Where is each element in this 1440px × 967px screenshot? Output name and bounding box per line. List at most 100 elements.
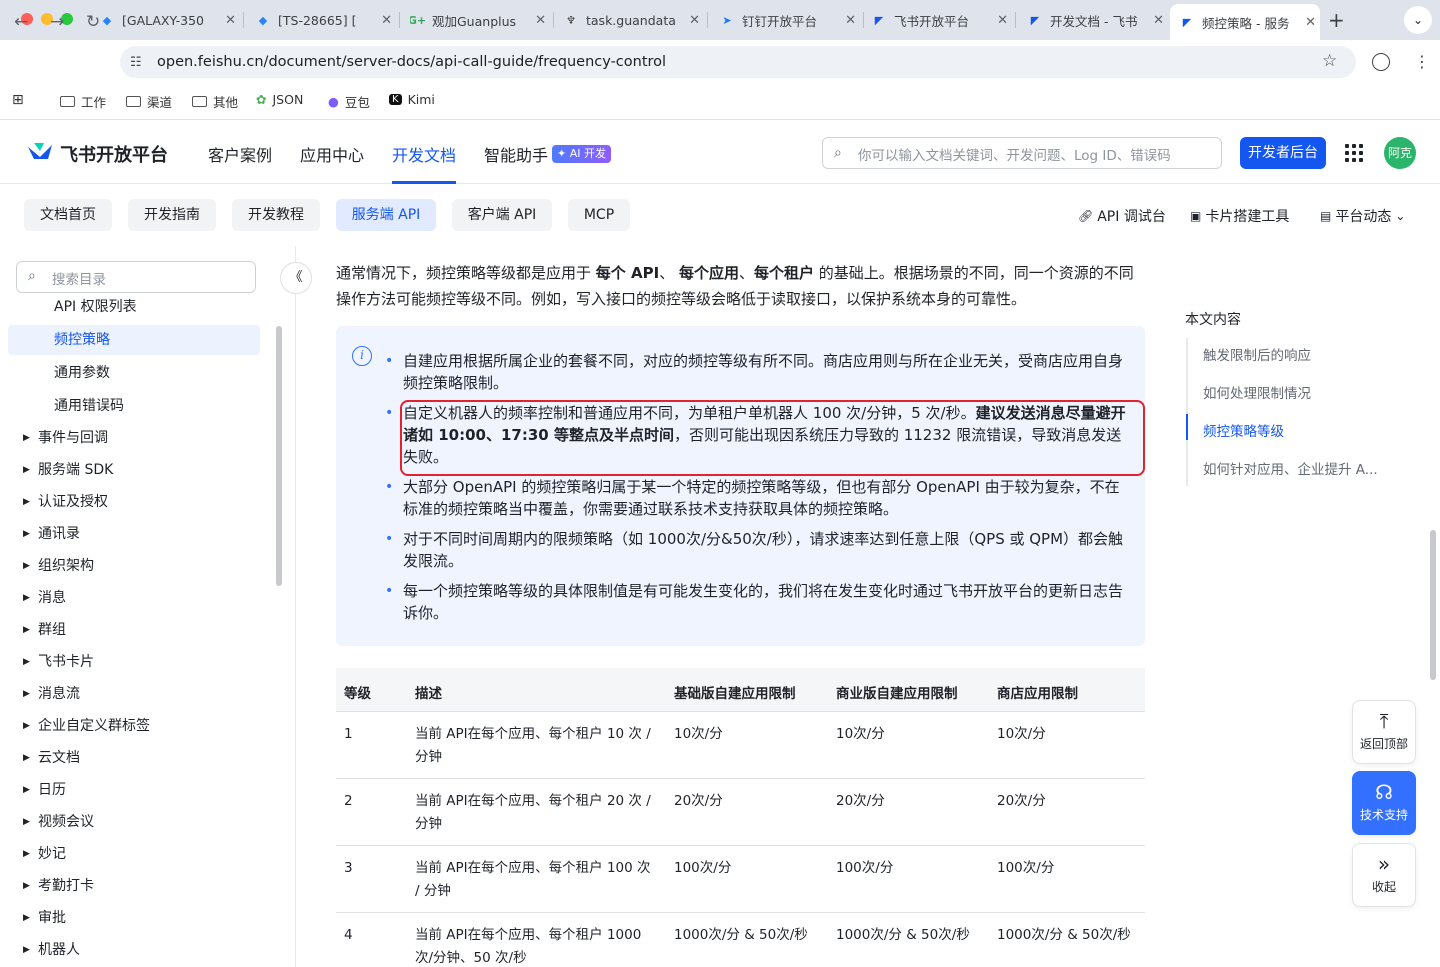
sidebar-item-group-tags[interactable]: 企业自定义群标签 <box>38 712 150 740</box>
sidebar-item-attendance[interactable]: 考勤打卡 <box>38 872 94 900</box>
back-to-top-button[interactable]: ⤒ 返回顶部 <box>1352 700 1416 764</box>
sidebar-item-vc[interactable]: 视频会议 <box>38 808 94 836</box>
sidebar-item-bot[interactable]: 机器人 <box>38 936 80 967</box>
callout-bullet: 大部分 OpenAPI 的频控策略归属于某一个特定的频控策略等级，但也有部分 O… <box>385 476 1129 520</box>
tab-docs-home[interactable]: 文档首页 <box>24 199 112 231</box>
caret-right-icon[interactable]: ▶ <box>23 689 30 699</box>
caret-right-icon[interactable]: ▶ <box>23 529 30 539</box>
close-icon[interactable]: ✕ <box>689 13 700 28</box>
caret-right-icon[interactable]: ▶ <box>23 433 30 443</box>
browser-tab-active[interactable]: ◤ 频控策略 - 服务 ✕ <box>1170 4 1320 40</box>
sidebar-item-message[interactable]: 消息 <box>38 584 66 612</box>
browser-tab[interactable]: ◤ 开发文档 - 飞书 ✕ <box>1028 6 1168 34</box>
api-debug-console-link[interactable]: 🔗︎ API 调试台 <box>1078 206 1166 226</box>
sidebar-item-frequency-control[interactable]: 频控策略 <box>54 326 110 354</box>
bookmark-kimi[interactable]: K Kimi <box>389 92 435 107</box>
sidebar-item-events[interactable]: 事件与回调 <box>38 424 108 452</box>
bookmark-doubao[interactable]: ● 豆包 <box>328 92 370 111</box>
bookmark-json[interactable]: ✿ JSON <box>256 92 303 107</box>
sidebar-item-error-codes[interactable]: 通用错误码 <box>54 392 124 420</box>
caret-right-icon[interactable]: ▶ <box>23 657 30 667</box>
close-icon[interactable]: ✕ <box>997 13 1008 28</box>
reload-icon[interactable]: ↻ <box>86 12 100 32</box>
new-tab-button[interactable]: + <box>1328 8 1345 32</box>
nav-customer-cases[interactable]: 客户案例 <box>208 142 272 166</box>
tab-dev-tutorial[interactable]: 开发教程 <box>232 199 320 231</box>
nav-app-center[interactable]: 应用中心 <box>300 142 364 166</box>
tab-dev-guide[interactable]: 开发指南 <box>128 199 216 231</box>
sidebar-scrollbar[interactable] <box>276 326 282 586</box>
site-logo-text[interactable]: 飞书开放平台 <box>60 141 168 167</box>
tab-mcp[interactable]: MCP <box>568 199 630 231</box>
sidebar-item-approval[interactable]: 审批 <box>38 904 66 932</box>
caret-right-icon[interactable]: ▶ <box>23 753 30 763</box>
bookmark-other[interactable]: 其他 <box>192 92 238 111</box>
avatar[interactable]: 阿克 <box>1384 137 1416 169</box>
tab-client-api[interactable]: 客户端 API <box>452 199 552 231</box>
close-icon[interactable]: ✕ <box>225 13 236 28</box>
toc-item[interactable]: 触发限制后的响应 <box>1203 344 1311 364</box>
caret-right-icon[interactable]: ▶ <box>23 497 30 507</box>
page-scrollbar[interactable] <box>1430 530 1436 680</box>
url-text[interactable]: open.feishu.cn/document/server-docs/api-… <box>157 54 666 70</box>
bookmark-star-icon[interactable]: ☆ <box>1322 51 1337 71</box>
caret-right-icon[interactable]: ▶ <box>23 913 30 923</box>
sidebar-item-group[interactable]: 群组 <box>38 616 66 644</box>
apps-grid-icon[interactable] <box>1345 144 1363 162</box>
sidebar-item-feed[interactable]: 消息流 <box>38 680 80 708</box>
sidebar-item-calendar[interactable]: 日历 <box>38 776 66 804</box>
sidebar-item-contacts[interactable]: 通讯录 <box>38 520 80 548</box>
close-icon[interactable]: ✕ <box>381 13 392 28</box>
caret-right-icon[interactable]: ▶ <box>23 721 30 731</box>
tab-server-api[interactable]: 服务端 API <box>336 199 436 231</box>
browser-tab[interactable]: ♆ task.guandata ✕ <box>564 6 704 34</box>
sidebar-item-minutes[interactable]: 妙记 <box>38 840 66 868</box>
toc-item[interactable]: 如何针对应用、企业提升 A... <box>1203 458 1378 478</box>
sidebar-item-api-permissions[interactable]: API 权限列表 <box>54 293 137 321</box>
sidebar-item-card[interactable]: 飞书卡片 <box>38 648 94 676</box>
browser-tab[interactable]: ◤ 飞书开放平台 ✕ <box>872 6 1012 34</box>
collapse-float-button[interactable]: » 收起 <box>1352 843 1416 907</box>
caret-right-icon[interactable]: ▶ <box>23 849 30 859</box>
caret-right-icon[interactable]: ▶ <box>23 465 30 475</box>
caret-right-icon[interactable]: ▶ <box>23 561 30 571</box>
browser-tab[interactable]: ➤ 钉钉开放平台 ✕ <box>720 6 860 34</box>
sidebar-item-auth[interactable]: 认证及授权 <box>38 488 108 516</box>
nav-dev-docs[interactable]: 开发文档 <box>392 142 456 166</box>
sidebar-item-org[interactable]: 组织架构 <box>38 552 94 580</box>
browser-menu-icon[interactable]: ⋮ <box>1414 52 1430 71</box>
caret-right-icon[interactable]: ▶ <box>23 945 30 955</box>
apps-grid-icon[interactable]: ⊞ <box>12 92 24 108</box>
forward-arrow-icon[interactable]: → <box>50 12 64 32</box>
caret-right-icon[interactable]: ▶ <box>23 785 30 795</box>
sidebar-item-sdk[interactable]: 服务端 SDK <box>38 456 113 484</box>
toc-item[interactable]: 如何处理限制情况 <box>1203 382 1311 402</box>
developer-console-button[interactable]: 开发者后台 <box>1240 137 1326 169</box>
profile-icon[interactable] <box>1372 53 1390 71</box>
feishu-logo-icon[interactable] <box>26 141 54 163</box>
nav-assistant[interactable]: 智能助手 <box>484 142 548 166</box>
browser-tab[interactable]: ◆ [TS-28665] [ ✕ <box>256 6 396 34</box>
browser-tab[interactable]: ◆ [GALAXY-350 ✕ <box>100 6 240 34</box>
close-icon[interactable]: ✕ <box>535 13 546 28</box>
browser-tab[interactable]: G+ 观加Guanplus ✕ <box>410 6 550 34</box>
caret-right-icon[interactable]: ▶ <box>23 593 30 603</box>
sidebar-item-common-params[interactable]: 通用参数 <box>54 359 110 387</box>
caret-right-icon[interactable]: ▶ <box>23 881 30 891</box>
close-icon[interactable]: ✕ <box>1305 15 1316 30</box>
caret-right-icon[interactable]: ▶ <box>23 625 30 635</box>
bookmark-work[interactable]: 工作 <box>60 92 106 111</box>
sidebar-item-docs[interactable]: 云文档 <box>38 744 80 772</box>
platform-news-dropdown[interactable]: ▤ 平台动态 ⌄ <box>1320 206 1405 226</box>
bookmark-channel[interactable]: 渠道 <box>126 92 172 111</box>
tab-search-chevron-icon[interactable]: ⌄ <box>1404 6 1432 34</box>
toc-item-active[interactable]: 频控策略等级 <box>1203 420 1284 440</box>
card-builder-link[interactable]: ▣ 卡片搭建工具 <box>1190 206 1289 226</box>
collapse-sidebar-button[interactable]: 《 <box>280 262 312 294</box>
caret-right-icon[interactable]: ▶ <box>23 817 30 827</box>
site-settings-icon[interactable]: ☷ <box>130 55 142 70</box>
tech-support-button[interactable]: ☊ 技术支持 <box>1352 771 1416 835</box>
close-icon[interactable]: ✕ <box>1153 13 1164 28</box>
back-arrow-icon[interactable]: ← <box>14 12 28 32</box>
close-icon[interactable]: ✕ <box>845 13 856 28</box>
